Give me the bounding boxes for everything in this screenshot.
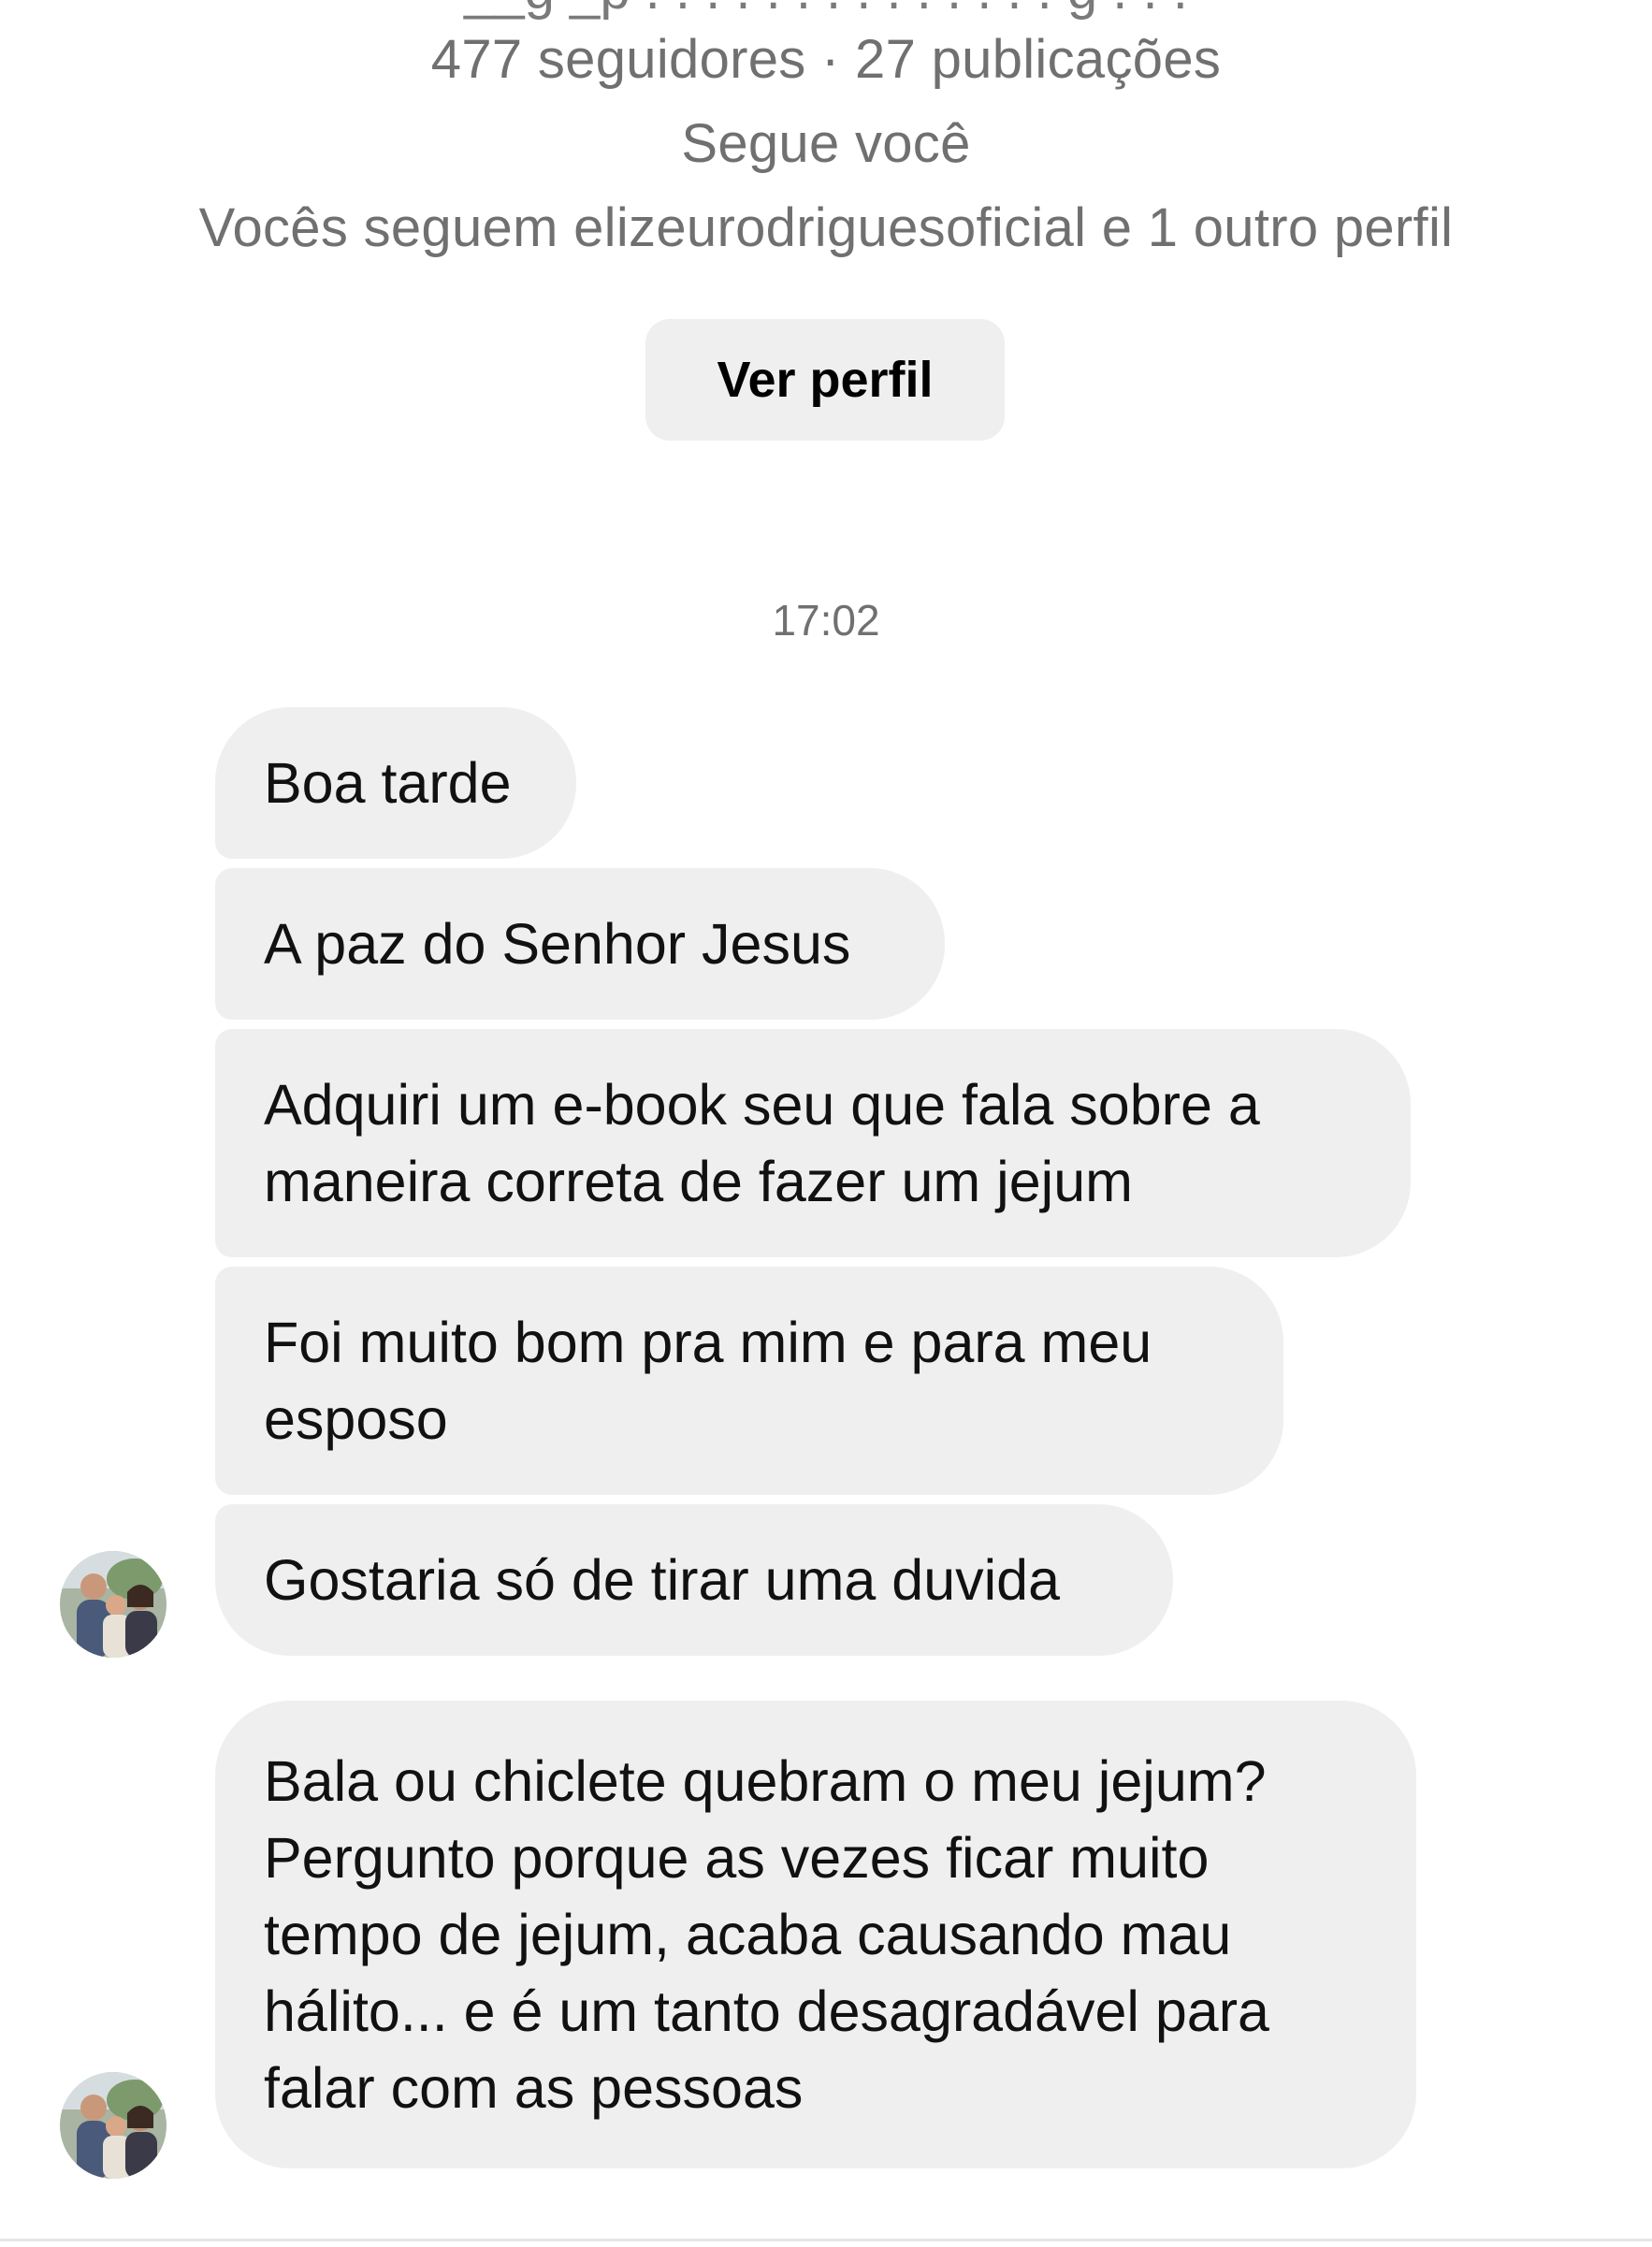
message-line: Foi muito bom pra mim e para meu: [264, 1311, 1152, 1374]
sender-avatar[interactable]: [60, 2072, 167, 2179]
message-text: Foi muito bom pra mim e para meu esposo: [264, 1304, 1152, 1457]
divider: [0, 2239, 1652, 2241]
profile-username: __g _p . . . . . . . . . . . . . . g . .…: [0, 0, 1652, 22]
sender-avatar[interactable]: [60, 1551, 167, 1658]
message-line: Bala ou chiclete quebram o meu jejum?: [264, 1749, 1267, 1813]
follow-status: Segue você: [681, 113, 971, 174]
avatar-photo: [60, 1551, 167, 1658]
message-bubble[interactable]: Bala ou chiclete quebram o meu jejum? Pe…: [215, 1701, 1416, 2168]
view-profile-button[interactable]: Ver perfil: [645, 319, 1005, 441]
mutual-followers: Vocês seguem elizeurodriguesoficial e 1 …: [198, 197, 1454, 258]
message-text: A paz do Senhor Jesus: [264, 912, 851, 976]
message-line: maneira correta de fazer um jejum: [264, 1150, 1133, 1213]
message-line: falar com as pessoas: [264, 2056, 804, 2120]
message-line: Adquiri um e-book seu que fala sobre a: [264, 1073, 1260, 1137]
message-text: Bala ou chiclete quebram o meu jejum? Pe…: [264, 1743, 1269, 2126]
message-bubble[interactable]: Adquiri um e-book seu que fala sobre a m…: [215, 1029, 1411, 1257]
message-line: tempo de jejum, acaba causando mau: [264, 1903, 1232, 1966]
message-bubble[interactable]: Boa tarde: [215, 707, 576, 859]
avatar-photo: [60, 2072, 167, 2179]
message-line: Pergunto porque as vezes ficar muito: [264, 1826, 1210, 1890]
message-text: Gostaria só de tirar uma duvida: [264, 1548, 1061, 1612]
message-text: Boa tarde: [264, 751, 512, 815]
message-bubble[interactable]: Gostaria só de tirar uma duvida: [215, 1504, 1173, 1656]
profile-stats: 477 seguidores · 27 publicações: [430, 29, 1222, 90]
message-timestamp: 17:02: [772, 596, 880, 645]
message-line: esposo: [264, 1387, 448, 1451]
message-bubble[interactable]: A paz do Senhor Jesus: [215, 868, 945, 1020]
message-bubble[interactable]: Foi muito bom pra mim e para meu esposo: [215, 1267, 1283, 1495]
message-line: hálito... e é um tanto desagradável para: [264, 1979, 1269, 2043]
message-text: Adquiri um e-book seu que fala sobre a m…: [264, 1066, 1260, 1220]
